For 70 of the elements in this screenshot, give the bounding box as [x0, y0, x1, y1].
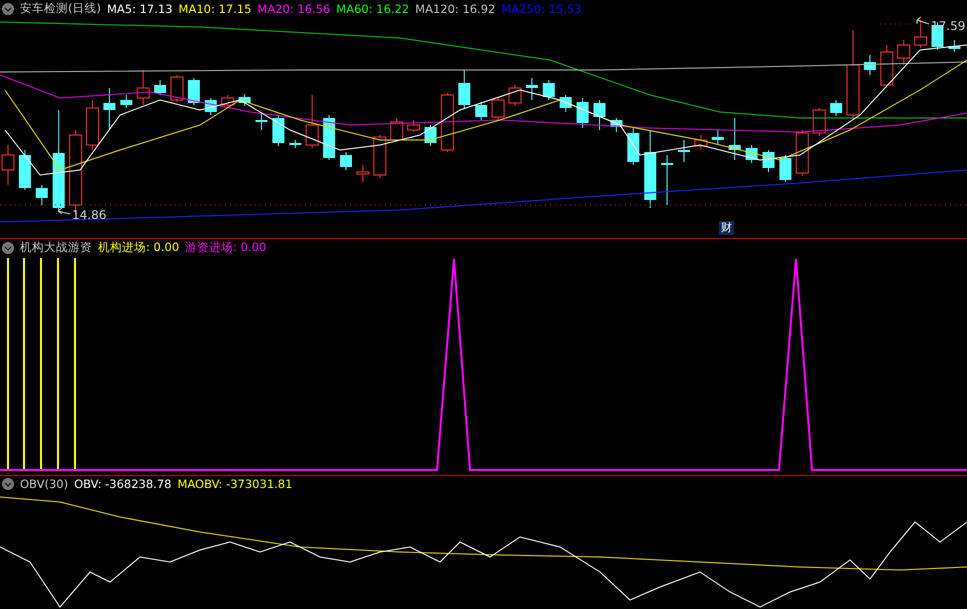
- indicator-value: MA5: 17.13: [106, 2, 173, 16]
- candlestick: [661, 154, 674, 206]
- candlestick: [323, 114, 336, 160]
- indicator-value: MA120: 16.92: [415, 2, 496, 16]
- candlestick: [812, 108, 826, 136]
- candlestick: [627, 128, 640, 166]
- candlestick: [204, 98, 217, 116]
- candlestick: [610, 118, 622, 132]
- candlestick: [238, 94, 251, 106]
- candlestick: [830, 100, 842, 116]
- candlestick: [492, 98, 505, 120]
- candlestick: [594, 100, 606, 130]
- candlestick: [746, 144, 758, 164]
- candlestick: [576, 98, 589, 128]
- indicator-value: 机构进场: 0.00: [98, 240, 180, 255]
- candlestick: [272, 114, 284, 146]
- candlestick: [948, 40, 960, 52]
- candlestick: [542, 80, 555, 100]
- candlestick: [560, 94, 572, 112]
- indicator-value: MA250: 15.53: [501, 2, 582, 16]
- candlestick: [170, 74, 184, 102]
- pointer-icon: [916, 16, 930, 24]
- candlestick: [880, 44, 894, 88]
- indicator-value: MAOBV: -373031.81: [177, 477, 292, 491]
- candlestick: [407, 120, 420, 132]
- candlestick: [221, 94, 234, 108]
- panel-title: OBV(30): [20, 477, 68, 491]
- indicator-value: OBV: -368238.78: [74, 477, 172, 491]
- candlestick: [508, 84, 522, 106]
- candlestick: [526, 78, 538, 100]
- candlestick: [373, 134, 386, 178]
- indicator-value: MA10: 17.15: [178, 2, 252, 16]
- candlestick: [103, 88, 116, 130]
- collapse-icon[interactable]: [2, 242, 14, 254]
- candlestick: [458, 70, 470, 108]
- indicator-value: MA20: 16.56: [257, 2, 330, 16]
- indicator-value: 游资进场: 0.00: [185, 240, 266, 255]
- candlestick: [864, 54, 876, 76]
- candlestick: [779, 154, 792, 182]
- candlestick: [796, 130, 809, 176]
- candlestick: [356, 164, 370, 182]
- candlestick: [188, 78, 200, 106]
- candlestick: [678, 140, 690, 162]
- candlestick: [136, 70, 150, 106]
- candlestick: [897, 40, 910, 66]
- collapse-icon[interactable]: [2, 478, 14, 490]
- low-price-label: 14.86: [72, 208, 106, 222]
- candlestick: [120, 94, 132, 108]
- indicator-value: MA60: 16.22: [336, 2, 410, 16]
- pointer-icon: [58, 208, 70, 214]
- panel-title: 机构大战游资: [20, 240, 92, 255]
- candlestick: [18, 150, 31, 190]
- candlestick: [256, 112, 268, 130]
- event-marker[interactable]: 财: [719, 221, 734, 235]
- candlestick: [762, 150, 774, 172]
- candlestick: [728, 118, 741, 160]
- collapse-icon[interactable]: [2, 2, 14, 14]
- candlestick: [86, 100, 99, 150]
- candlestick: [440, 92, 454, 152]
- candlestick: [36, 184, 48, 206]
- candlestick: [712, 130, 724, 146]
- candlestick: [390, 118, 404, 142]
- candlestick: [914, 20, 928, 48]
- candlestick: [694, 134, 708, 150]
- candlestick: [154, 80, 166, 96]
- candlestick: [289, 140, 302, 148]
- candlestick: [340, 152, 352, 170]
- candlestick: [306, 94, 319, 148]
- panel-title: 安车检测(日线): [20, 1, 101, 16]
- candlestick: [475, 102, 488, 120]
